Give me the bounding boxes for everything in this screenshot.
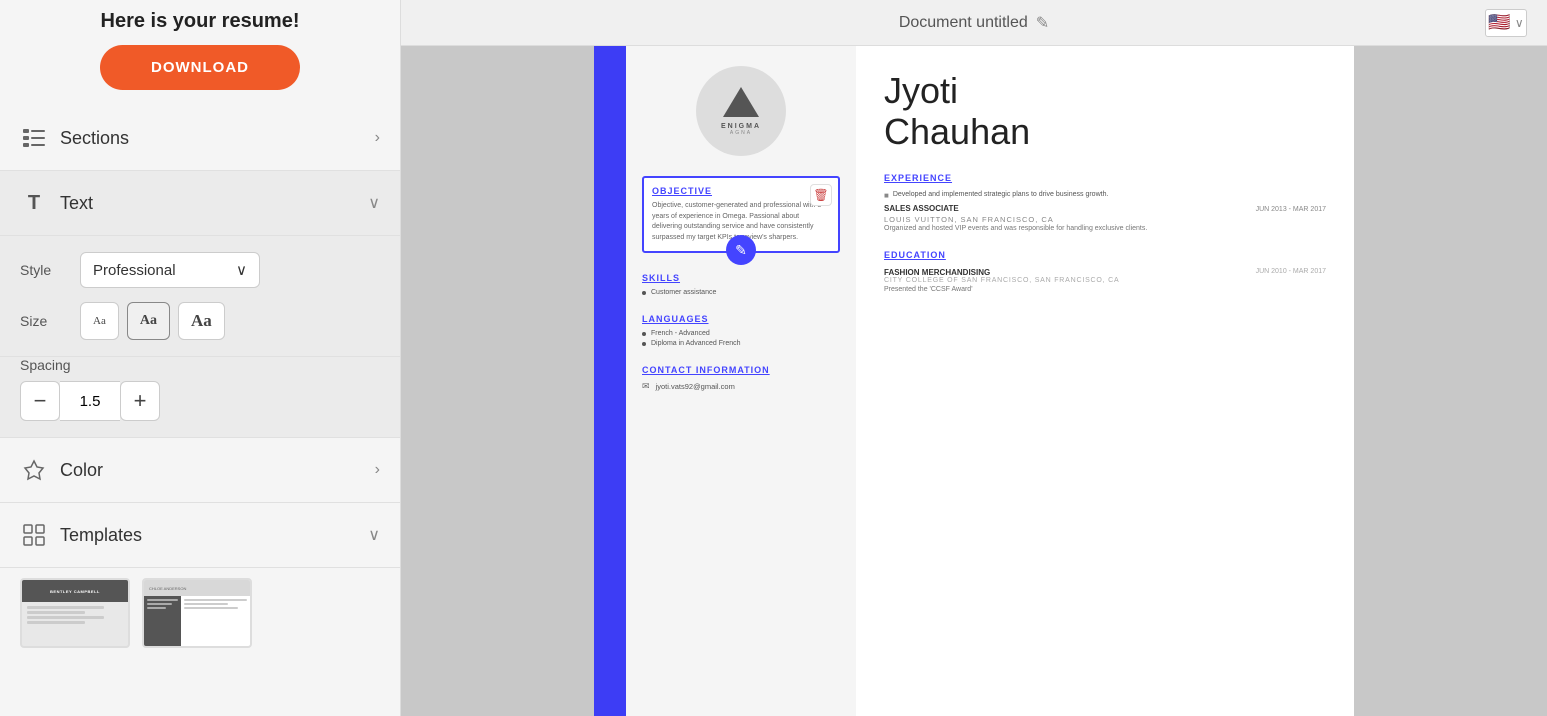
spacing-controls: − + bbox=[20, 381, 380, 421]
language-item-2: Diploma in Advanced French bbox=[642, 340, 840, 347]
style-row: Style Professional ∨ bbox=[20, 252, 380, 288]
doc-area: ENIGMA AGNA OBJECTIVE Objective, custome… bbox=[401, 46, 1547, 716]
spacing-section: Spacing − + bbox=[0, 357, 400, 438]
skill-item-1: Customer assistance bbox=[642, 289, 840, 296]
edu1-award: Presented the 'CCSF Award' bbox=[884, 286, 1326, 293]
contact-email-text: jyoti.vats92@gmail.com bbox=[656, 382, 735, 391]
style-label: Style bbox=[20, 262, 70, 278]
text-label: Text bbox=[60, 193, 368, 214]
doc-title-area: Document untitled ✎ bbox=[899, 13, 1049, 33]
skills-title: SKILLS bbox=[642, 273, 840, 283]
delete-objective-button[interactable]: 🗑 bbox=[810, 184, 832, 206]
experience-bullet-text: Developed and implemented strategic plan… bbox=[893, 191, 1109, 198]
language-text-1: French - Advanced bbox=[651, 330, 710, 337]
panel-header-title: Here is your resume! bbox=[20, 10, 380, 33]
size-label: Size bbox=[20, 313, 70, 329]
top-bar-right: 🇺🇸 ∨ bbox=[1485, 9, 1527, 37]
language-item-1: French - Advanced bbox=[642, 330, 840, 337]
skill-text: Customer assistance bbox=[651, 289, 716, 296]
templates-row[interactable]: Templates ∨ bbox=[0, 503, 400, 568]
edit-objective-button[interactable]: ✎ bbox=[726, 235, 756, 265]
education-item-1: FASHION MERCHANDISING JUN 2010 - MAR 201… bbox=[884, 268, 1326, 293]
thumb1-name: BENTLEY CAMPBELL bbox=[50, 589, 100, 594]
contact-section-left: CONTACT INFORMATION ✉ jyoti.vats92@gmail… bbox=[642, 365, 840, 392]
resume-name: Jyoti Chauhan bbox=[884, 70, 1326, 153]
text-icon: T bbox=[20, 189, 48, 217]
templates-label: Templates bbox=[60, 525, 368, 546]
logo-text: ENIGMA bbox=[721, 123, 761, 130]
main-area: Document untitled ✎ 🇺🇸 ∨ bbox=[401, 0, 1547, 716]
exp1-date: JUN 2013 - MAR 2017 bbox=[1256, 206, 1326, 213]
text-expanded: Style Professional ∨ Size Aa Aa Aa bbox=[0, 236, 400, 357]
sections-row[interactable]: Sections › bbox=[0, 106, 400, 171]
top-bar: Document untitled ✎ 🇺🇸 ∨ bbox=[401, 0, 1547, 46]
spacing-decrease-button[interactable]: − bbox=[20, 381, 60, 421]
size-large-button[interactable]: Aa bbox=[178, 302, 225, 340]
experience-item-1: SALES ASSOCIATE JUN 2013 - MAR 2017 LOUI… bbox=[884, 204, 1326, 235]
text-arrow: ∨ bbox=[368, 193, 380, 213]
spacing-label: Spacing bbox=[20, 357, 380, 373]
resume-document: ENIGMA AGNA OBJECTIVE Objective, custome… bbox=[594, 46, 1354, 716]
languages-section: LANGUAGES French - Advanced Diploma in A… bbox=[642, 314, 840, 347]
color-icon bbox=[20, 456, 48, 484]
doc-title: Document untitled bbox=[899, 14, 1028, 32]
template-thumb-1[interactable]: BENTLEY CAMPBELL bbox=[20, 578, 130, 648]
bullet-dot-lang1 bbox=[642, 332, 646, 336]
templates-icon bbox=[20, 521, 48, 549]
header-section: Here is your resume! DOWNLOAD bbox=[0, 0, 400, 106]
size-small-button[interactable]: Aa bbox=[80, 302, 119, 340]
style-dropdown[interactable]: Professional ∨ bbox=[80, 252, 260, 288]
bullet-dot bbox=[642, 291, 646, 295]
edu1-date: JUN 2010 - MAR 2017 bbox=[1256, 268, 1326, 277]
languages-title: LANGUAGES bbox=[642, 314, 840, 324]
spacing-increase-button[interactable]: + bbox=[120, 381, 160, 421]
edu1-school: CITY COLLEGE OF SAN FRANCISCO, SAN FRANC… bbox=[884, 277, 1326, 284]
logo-subtext: AGNA bbox=[730, 130, 752, 136]
experience-bullet: ■ Developed and implemented strategic pl… bbox=[884, 191, 1326, 200]
color-label: Color bbox=[60, 460, 375, 481]
resume-name-line1: Jyoti bbox=[884, 70, 958, 111]
flag-icon: 🇺🇸 bbox=[1488, 12, 1510, 33]
exp1-company: LOUIS VUITTON, SAN FRANCISCO, CA bbox=[884, 215, 1326, 224]
template-thumb-2[interactable]: CHLOE ANDERSON bbox=[142, 578, 252, 648]
spacing-value-input[interactable] bbox=[60, 381, 120, 421]
color-arrow: › bbox=[375, 461, 380, 479]
download-button[interactable]: DOWNLOAD bbox=[100, 45, 300, 90]
contact-email: ✉ jyoti.vats92@gmail.com bbox=[642, 381, 840, 392]
exp1-title: SALES ASSOCIATE bbox=[884, 204, 959, 213]
dropdown-chevron: ∨ bbox=[236, 261, 247, 279]
education-title: EDUCATION bbox=[884, 250, 1326, 260]
left-panel: Here is your resume! DOWNLOAD Sections bbox=[0, 0, 401, 716]
text-row[interactable]: T Text ∨ bbox=[0, 171, 400, 236]
size-medium-button[interactable]: Aa bbox=[127, 302, 170, 340]
size-row: Size Aa Aa Aa bbox=[20, 302, 380, 340]
sections-icon bbox=[20, 124, 48, 152]
bullet-dot-lang2 bbox=[642, 342, 646, 346]
sections-label: Sections bbox=[60, 128, 375, 149]
resume-left-col: ENIGMA AGNA OBJECTIVE Objective, custome… bbox=[626, 46, 856, 716]
templates-arrow: ∨ bbox=[368, 525, 380, 545]
doc-title-edit-icon[interactable]: ✎ bbox=[1036, 13, 1049, 33]
resume-name-line2: Chauhan bbox=[884, 111, 1030, 152]
sections-arrow: › bbox=[375, 129, 380, 147]
company-logo: ENIGMA AGNA bbox=[696, 66, 786, 156]
thumb2-name: CHLOE ANDERSON bbox=[149, 586, 186, 591]
templates-thumbs: BENTLEY CAMPBELL CHLOE ANDERSON bbox=[0, 568, 400, 658]
contact-title: CONTACT INFORMATION bbox=[642, 365, 840, 375]
resume-right-col: Jyoti Chauhan EXPERIENCE ■ Developed and… bbox=[856, 46, 1354, 716]
flag-chevron: ∨ bbox=[1515, 16, 1524, 30]
edu1-title: FASHION MERCHANDISING bbox=[884, 268, 990, 277]
objective-title: OBJECTIVE bbox=[652, 186, 830, 196]
exp1-desc: Organized and hosted VIP events and was … bbox=[884, 224, 1326, 235]
language-selector[interactable]: 🇺🇸 ∨ bbox=[1485, 9, 1527, 37]
skills-section: SKILLS Customer assistance bbox=[642, 273, 840, 296]
language-text-2: Diploma in Advanced French bbox=[651, 340, 741, 347]
email-icon: ✉ bbox=[642, 381, 650, 392]
experience-title: EXPERIENCE bbox=[884, 173, 1326, 183]
color-row[interactable]: Color › bbox=[0, 438, 400, 503]
style-value: Professional bbox=[93, 262, 176, 279]
size-buttons: Aa Aa Aa bbox=[80, 302, 225, 340]
objective-box: OBJECTIVE Objective, customer-generated … bbox=[642, 176, 840, 253]
resume-left-strip bbox=[594, 46, 626, 716]
